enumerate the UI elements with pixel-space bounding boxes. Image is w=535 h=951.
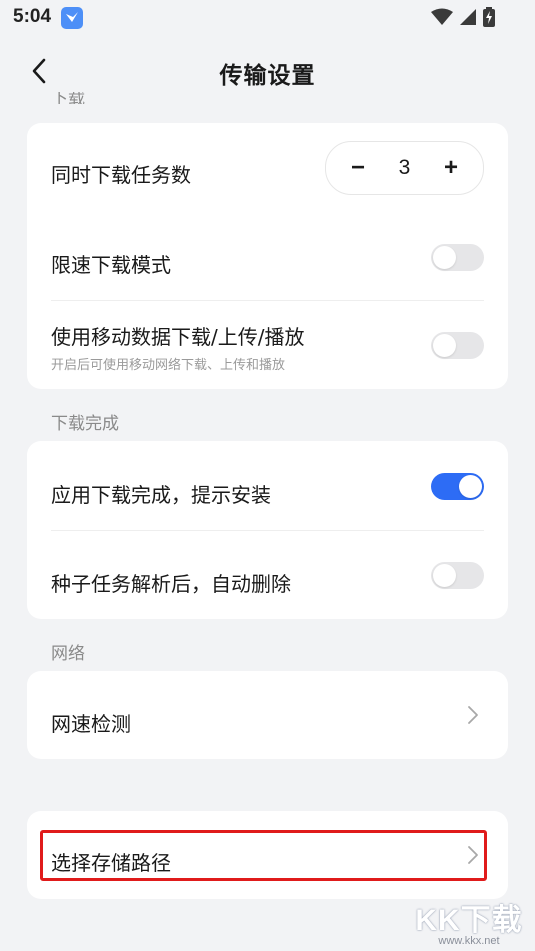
- speed-limit-row[interactable]: 限速下载模式: [27, 212, 508, 300]
- download-settings-card: 同时下载任务数 − 3 + 限速下载模式 使用移动数据下载/上传/播放 开启后可…: [27, 123, 508, 389]
- torrent-delete-toggle[interactable]: [431, 562, 484, 589]
- mobile-data-toggle[interactable]: [431, 332, 484, 359]
- watermark: KK下载 www.kkx.net: [409, 895, 529, 947]
- prompt-install-label: 应用下载完成，提示安装: [51, 483, 271, 507]
- toggle-knob: [459, 475, 482, 498]
- chevron-right-icon: [468, 706, 478, 724]
- concurrent-tasks-label: 同时下载任务数: [51, 163, 191, 187]
- concurrent-tasks-value: 3: [398, 156, 411, 179]
- prompt-install-toggle[interactable]: [431, 473, 484, 500]
- watermark-brand: KK下载: [415, 904, 523, 937]
- toggle-knob: [433, 246, 456, 269]
- wifi-icon: [431, 8, 453, 25]
- toggle-knob: [433, 334, 456, 357]
- mobile-data-row[interactable]: 使用移动数据下载/上传/播放 开启后可使用移动网络下载、上传和播放: [27, 301, 508, 389]
- highlight-annotation-box: [40, 830, 487, 881]
- status-icons: [431, 7, 495, 27]
- concurrent-tasks-row: 同时下载任务数 − 3 +: [27, 123, 508, 212]
- increment-button[interactable]: +: [425, 142, 477, 194]
- torrent-delete-label: 种子任务解析后，自动删除: [51, 572, 291, 596]
- mobile-data-description: 开启后可使用移动网络下载、上传和播放: [51, 358, 286, 373]
- section-label-download-text: 下载: [51, 92, 85, 104]
- speed-limit-label: 限速下载模式: [51, 253, 171, 277]
- section-label-download-complete: 下载完成: [51, 414, 119, 434]
- status-bar: 5:04: [0, 0, 535, 36]
- speed-test-row[interactable]: 网速检测: [27, 671, 508, 759]
- concurrent-tasks-stepper: − 3 +: [325, 141, 484, 195]
- status-time: 5:04: [13, 6, 52, 27]
- section-label-download: 下载: [51, 92, 85, 104]
- section-label-network: 网络: [51, 644, 85, 664]
- mobile-data-label: 使用移动数据下载/上传/播放: [51, 325, 305, 349]
- page-title: 传输设置: [219, 63, 316, 89]
- speed-limit-toggle[interactable]: [431, 244, 484, 271]
- battery-charging-icon: [483, 7, 495, 27]
- torrent-delete-row[interactable]: 种子任务解析后，自动删除: [27, 531, 508, 619]
- speed-test-label: 网速检测: [51, 712, 131, 736]
- decrement-button[interactable]: −: [332, 142, 384, 194]
- toggle-knob: [433, 564, 456, 587]
- network-card: 网速检测: [27, 671, 508, 759]
- signal-icon: [460, 9, 476, 25]
- download-complete-card: 应用下载完成，提示安装 种子任务解析后，自动删除: [27, 441, 508, 619]
- prompt-install-row[interactable]: 应用下载完成，提示安装: [27, 441, 508, 530]
- app-notification-icon: [61, 7, 83, 29]
